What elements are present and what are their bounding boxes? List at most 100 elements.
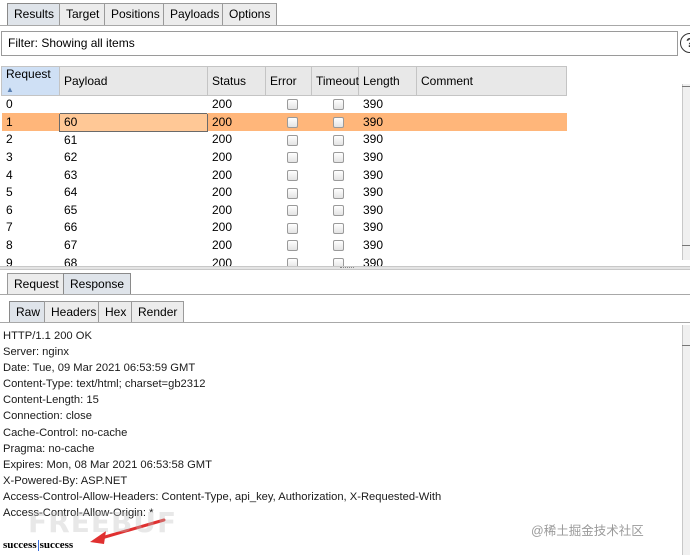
scroll-down-arrow-icon[interactable] (682, 238, 690, 246)
cell-status: 200 (212, 220, 233, 235)
cell-timeout (312, 219, 359, 237)
checkbox[interactable] (287, 187, 298, 199)
response-line: X-Powered-By: ASP.NET (3, 474, 128, 487)
checkbox[interactable] (333, 240, 344, 252)
tab-target[interactable]: Target (59, 3, 107, 25)
checkbox[interactable] (287, 116, 298, 128)
checkbox[interactable] (287, 222, 298, 234)
result-row[interactable]: 8 67 200 390 (2, 237, 567, 255)
cell-timeout (312, 184, 359, 202)
cell-comment (417, 201, 567, 219)
tab-results[interactable]: Results (7, 3, 62, 25)
cell-payload: 65 (64, 202, 78, 217)
result-row[interactable]: 0 200 390 (2, 96, 567, 114)
cell-error (266, 184, 312, 202)
response-line: Content-Length: 15 (3, 394, 99, 407)
tab-hex[interactable]: Hex (98, 301, 134, 323)
result-row[interactable]: 2 61 200 390 (2, 131, 567, 149)
checkbox[interactable] (287, 99, 298, 111)
response-line: Date: Tue, 09 Mar 2021 06:53:59 GMT (3, 362, 196, 375)
checkbox[interactable] (333, 134, 344, 146)
cell-payload: 66 (64, 220, 78, 235)
results-header-row: Request ▲ Payload Status Error Timeout L… (1, 66, 567, 96)
cell-status: 200 (212, 202, 233, 217)
column-header-timeout[interactable]: Timeout (311, 66, 359, 96)
cell-comment (417, 96, 567, 114)
cell-error (266, 201, 312, 219)
scroll-up-arrow-icon[interactable] (682, 86, 690, 94)
cell-payload: 61 (64, 132, 78, 147)
cell-status: 200 (212, 132, 233, 147)
cell-request: 7 (6, 220, 13, 235)
response-line: Connection: close (3, 410, 92, 423)
result-row[interactable]: 3 62 200 390 (2, 149, 567, 167)
cell-timeout (312, 96, 359, 114)
cell-error (266, 219, 312, 237)
checkbox[interactable] (287, 205, 298, 217)
result-row[interactable]: 5 64 200 390 (2, 184, 567, 202)
tab-request[interactable]: Request (7, 273, 66, 295)
cell-comment (417, 149, 567, 167)
cell-comment (416, 113, 567, 132)
checkbox[interactable] (287, 152, 298, 164)
filter-bar[interactable]: Filter: Showing all items (1, 31, 678, 56)
response-scrollbar[interactable] (682, 325, 690, 555)
tab-response[interactable]: Response (63, 273, 132, 295)
tab-options[interactable]: Options (222, 3, 278, 25)
column-header-comment[interactable]: Comment (416, 66, 567, 96)
cell-length: 390 (363, 149, 384, 164)
results-body: 0 200 390 1 60 200 390 2 61 200 390 3 62 200 390 4 63 200… (1, 96, 567, 272)
checkbox[interactable] (333, 222, 344, 234)
result-row[interactable]: 1 60 200 390 (1, 112, 567, 132)
checkbox[interactable] (333, 116, 344, 128)
cell-request: 1 (1, 113, 60, 132)
result-row[interactable]: 6 65 200 390 (2, 201, 567, 219)
tab-strip-border (0, 294, 690, 295)
response-body-text: success (3, 539, 37, 552)
cell-error (266, 237, 312, 255)
result-row[interactable]: 7 66 200 390 (2, 219, 567, 237)
cell-status: 200 (212, 97, 233, 112)
checkbox[interactable] (287, 240, 298, 252)
cell-length: 390 (363, 167, 384, 182)
sort-ascending-icon: ▲ (6, 85, 14, 94)
column-header-request[interactable]: Request ▲ (1, 66, 60, 96)
results-table: Request ▲ Payload Status Error Timeout L… (1, 66, 567, 272)
cell-comment (417, 237, 567, 255)
cell-timeout (312, 149, 359, 167)
cell-payload (60, 96, 208, 114)
scroll-up-arrow-icon[interactable] (682, 345, 690, 353)
checkbox[interactable] (287, 134, 298, 146)
column-header-status[interactable]: Status (207, 66, 266, 96)
cell-error (265, 113, 312, 132)
results-scrollbar[interactable] (682, 84, 690, 260)
column-header-length[interactable]: Length (358, 66, 417, 96)
cell-status: 200 (207, 113, 266, 132)
checkbox[interactable] (333, 169, 344, 181)
tab-raw[interactable]: Raw (9, 301, 48, 323)
cell-payload: 63 (64, 167, 78, 182)
result-row[interactable]: 4 63 200 390 (2, 166, 567, 184)
cell-length: 390 (363, 185, 384, 200)
divider-grip-icon[interactable] (340, 267, 354, 269)
cell-status: 200 (212, 185, 233, 200)
response-line: Pragma: no-cache (3, 442, 95, 455)
cell-request: 8 (6, 237, 13, 252)
column-header-error[interactable]: Error (265, 66, 312, 96)
column-header-payload[interactable]: Payload (59, 66, 208, 96)
tab-positions[interactable]: Positions (104, 3, 167, 25)
checkbox[interactable] (333, 152, 344, 164)
watermark-text: @稀土掘金技术社区 (531, 524, 644, 538)
tab-headers[interactable]: Headers (44, 301, 104, 323)
help-icon[interactable]: ? (680, 33, 690, 53)
cell-status: 200 (212, 237, 233, 252)
tab-strip-border (0, 322, 690, 323)
checkbox[interactable] (333, 187, 344, 199)
cell-comment (417, 184, 567, 202)
tab-render[interactable]: Render (131, 301, 185, 323)
checkbox[interactable] (333, 205, 344, 217)
checkbox[interactable] (287, 169, 298, 181)
checkbox[interactable] (333, 99, 344, 111)
tab-payloads[interactable]: Payloads (163, 3, 227, 25)
cell-payload: 67 (64, 237, 78, 252)
